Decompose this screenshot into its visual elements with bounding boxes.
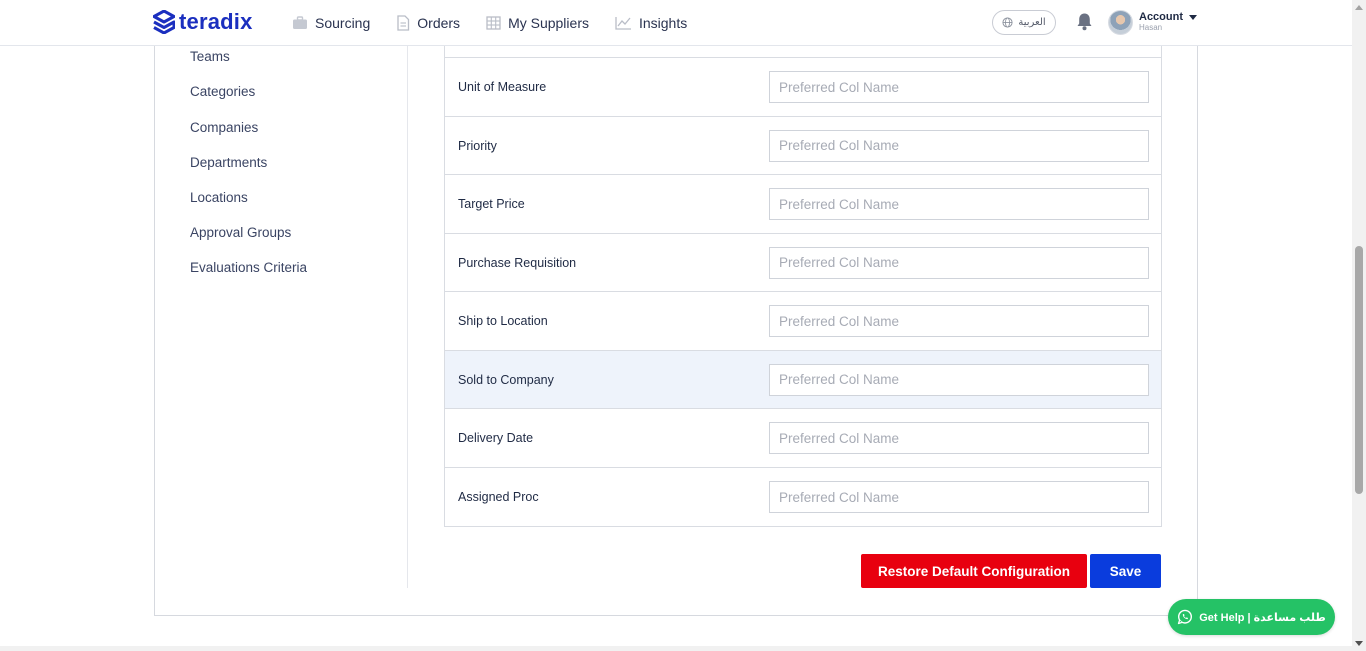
notifications-bell-icon[interactable] [1076, 12, 1093, 36]
preferred-col-name-input[interactable] [769, 422, 1149, 454]
scroll-thumb[interactable] [1355, 246, 1363, 494]
building-icon [486, 15, 501, 30]
column-config-table: Unit of Measure Priority Target Price Pu… [444, 30, 1162, 527]
table-row: Target Price [445, 174, 1161, 233]
language-label: العربية [1018, 17, 1046, 28]
globe-icon [1002, 17, 1013, 28]
briefcase-icon [293, 15, 307, 29]
caret-down-icon [1189, 14, 1197, 20]
sidebar-item-evaluations-criteria[interactable]: Evaluations Criteria [190, 260, 307, 275]
sidebar-item-locations[interactable]: Locations [190, 190, 248, 205]
language-switch-button[interactable]: العربية [992, 10, 1056, 35]
settings-sidebar: Teams Categories Companies Departments L… [155, 44, 408, 588]
preferred-col-name-input[interactable] [769, 246, 1149, 279]
save-button[interactable]: Save [1090, 554, 1161, 588]
preferred-col-name-input[interactable] [769, 129, 1149, 162]
row-label: Purchase Requisition [458, 255, 577, 270]
restore-default-configuration-button[interactable]: Restore Default Configuration [861, 554, 1087, 588]
main-nav: Sourcing Orders My Suppliers Insights [292, 0, 713, 45]
preferred-col-name-input[interactable] [769, 363, 1149, 396]
table-row: Delivery Date [445, 408, 1161, 467]
preferred-col-name-input[interactable] [769, 481, 1149, 513]
nav-item-orders[interactable]: Orders [396, 15, 460, 31]
row-label: Assigned Proc [458, 490, 539, 504]
whatsapp-icon [1178, 609, 1193, 625]
nav-label: Insights [638, 14, 688, 31]
table-row: Ship to Location [445, 291, 1161, 350]
row-label: Delivery Date [458, 431, 534, 445]
teradix-logo[interactable]: teradix [153, 9, 253, 35]
nav-label: My Suppliers [508, 14, 589, 31]
sidebar-item-approval-groups[interactable]: Approval Groups [190, 225, 291, 240]
nav-item-my-suppliers[interactable]: My Suppliers [486, 15, 589, 31]
nav-item-insights[interactable]: Insights [615, 15, 687, 31]
preferred-col-name-input[interactable] [769, 71, 1149, 103]
nav-label: Sourcing [315, 14, 371, 31]
nav-item-sourcing[interactable]: Sourcing [292, 15, 370, 31]
row-label: Target Price [458, 197, 525, 211]
top-navbar: teradix Sourcing Orders My Suppliers Ins… [0, 0, 1352, 46]
account-menu[interactable]: Account Hasan [1139, 11, 1197, 32]
table-row: Unit of Measure [445, 57, 1161, 116]
chart-icon [615, 16, 631, 30]
account-label: Account [1139, 11, 1183, 23]
avatar[interactable] [1108, 10, 1133, 35]
sidebar-item-teams[interactable]: Teams [190, 49, 230, 64]
vertical-scrollbar[interactable] [1352, 0, 1366, 651]
brand-name: teradix [179, 9, 253, 34]
row-label: Ship to Location [458, 314, 548, 328]
scroll-down-arrow-icon[interactable] [1355, 641, 1363, 646]
table-row: Priority [445, 116, 1161, 174]
row-label: Priority [458, 138, 497, 153]
row-label: Unit of Measure [458, 80, 547, 94]
preferred-col-name-input[interactable] [769, 305, 1149, 337]
sidebar-item-departments[interactable]: Departments [190, 155, 267, 170]
account-username: Hasan [1139, 23, 1163, 32]
document-icon [397, 14, 410, 31]
table-row: Assigned Proc [445, 467, 1161, 526]
get-help-button[interactable]: Get Help | طلب مساعدة [1168, 599, 1335, 635]
scroll-up-arrow-icon[interactable] [1355, 5, 1363, 10]
get-help-label: Get Help | طلب مساعدة [1199, 611, 1326, 624]
row-label: Sold to Company [458, 372, 554, 387]
table-row: Purchase Requisition [445, 233, 1161, 291]
preferred-col-name-input[interactable] [769, 188, 1149, 220]
nav-label: Orders [417, 14, 461, 31]
logo-mark-icon [153, 10, 175, 34]
sidebar-item-companies[interactable]: Companies [190, 120, 258, 135]
table-row-highlighted: Sold to Company [445, 350, 1161, 408]
horizontal-scrollbar[interactable] [0, 646, 1352, 651]
sidebar-item-categories[interactable]: Categories [190, 84, 255, 99]
